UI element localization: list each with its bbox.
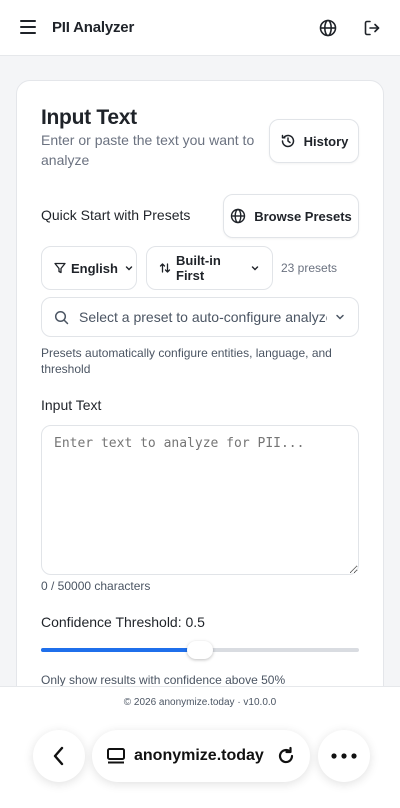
app-title: PII Analyzer (52, 19, 135, 36)
footer-copyright: © 2026 anonymize.today · v10.0.0 (123, 697, 277, 708)
input-textarea[interactable] (41, 425, 359, 575)
preset-select-placeholder: Select a preset to auto-configure analyz… (79, 309, 327, 325)
browser-more-button[interactable] (318, 730, 370, 782)
chevron-left-icon (53, 746, 64, 766)
chevron-down-icon (125, 266, 133, 271)
history-button-label: History (303, 133, 349, 149)
confidence-helper-text: Only show results with confidence above … (41, 673, 286, 687)
card-subtitle: Enter or paste the text you want to anal… (41, 132, 255, 168)
reload-icon[interactable] (276, 746, 296, 766)
more-dots-icon (331, 753, 357, 759)
tabs-icon (107, 748, 125, 764)
language-filter-dropdown[interactable]: English (41, 246, 137, 290)
history-button[interactable]: History (269, 119, 359, 163)
browser-url-bar[interactable]: anonymize.today (92, 730, 310, 782)
card-title: Input Text (41, 106, 137, 129)
sort-filter-label: Built-in First (176, 253, 221, 283)
chevron-down-icon (336, 314, 344, 320)
input-text-label: Input Text (41, 397, 102, 413)
browser-url-text: anonymize.today (134, 747, 264, 764)
quick-start-label: Quick Start with Presets (41, 207, 191, 223)
confidence-threshold-label: Confidence Threshold: 0.5 (41, 614, 205, 630)
filter-icon (54, 262, 66, 274)
char-count: 0 / 50000 characters (41, 579, 151, 593)
search-icon (54, 310, 69, 324)
browser-back-button[interactable] (33, 730, 85, 782)
hamburger-menu-icon[interactable] (20, 20, 36, 34)
sort-filter-dropdown[interactable]: Built-in First (146, 246, 273, 290)
chevron-down-icon (251, 266, 259, 271)
presets-count: 23 presets (281, 261, 338, 275)
presets-helper-text: Presets automatically configure entities… (41, 346, 332, 376)
sort-icon (159, 263, 171, 273)
globe-icon[interactable] (318, 18, 338, 38)
browse-presets-label: Browse Presets (254, 208, 352, 224)
globe-icon (231, 208, 246, 224)
input-card: Input Text Enter or paste the text you w… (16, 80, 384, 720)
browse-presets-button[interactable]: Browse Presets (223, 194, 359, 238)
confidence-slider[interactable] (41, 641, 359, 659)
language-filter-label: English (71, 260, 118, 276)
slider-fill (41, 648, 200, 652)
preset-select[interactable]: Select a preset to auto-configure analyz… (41, 297, 359, 337)
browser-toolbar: anonymize.today (0, 720, 400, 808)
logout-icon[interactable] (362, 18, 382, 38)
history-icon (281, 134, 294, 148)
app-header: PII Analyzer (0, 0, 400, 56)
slider-thumb[interactable] (187, 641, 213, 659)
